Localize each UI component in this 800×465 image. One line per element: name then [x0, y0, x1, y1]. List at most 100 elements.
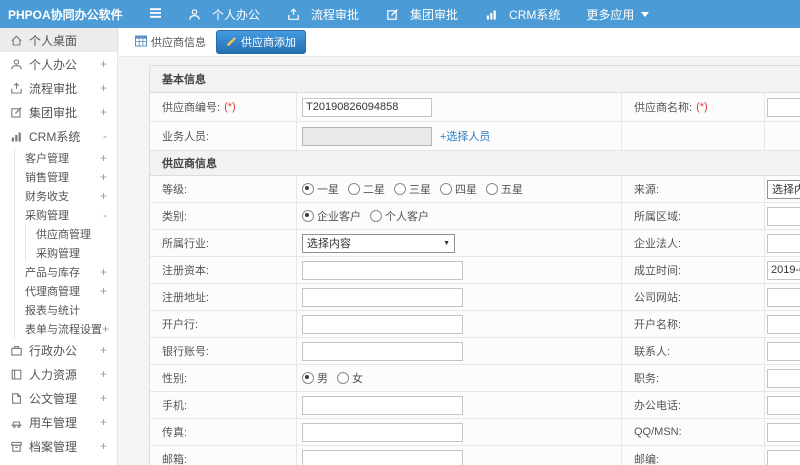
expand-plus-icon[interactable]: + [100, 105, 113, 119]
radio-level-5[interactable]: 五星 [486, 181, 523, 197]
topnav-personal-office[interactable]: 个人办公 [187, 6, 260, 23]
industry-select[interactable]: 选择内容 ▼ [302, 233, 455, 253]
expand-plus-icon[interactable]: + [102, 322, 109, 336]
sidebar-item-sales-mgmt[interactable]: 销售管理 + [15, 167, 117, 186]
account-name-input[interactable] [767, 314, 800, 334]
reg-address-input[interactable] [302, 287, 463, 307]
website-input[interactable] [767, 287, 800, 307]
sidebar-item-label: 个人办公 [29, 57, 78, 72]
radio-category-enterprise[interactable]: 企业客户 [302, 208, 361, 224]
edit-icon [385, 7, 399, 21]
expand-plus-icon[interactable]: + [100, 391, 113, 405]
expand-plus-icon[interactable]: + [100, 151, 113, 165]
radio-level-1[interactable]: 一星 [302, 181, 339, 197]
zipcode-input[interactable] [767, 449, 800, 465]
radio-category-personal[interactable]: 个人客户 [370, 208, 429, 224]
supplier-no-input[interactable] [302, 97, 432, 117]
supplier-form: 基本信息 供应商编号:(*) 供应商名称:(*) 业务人员: [149, 65, 800, 465]
radio-gender-male[interactable]: 男 [302, 370, 328, 386]
sidebar-item-product-inventory[interactable]: 产品与库存 + [15, 262, 117, 281]
sidebar-toggle-button[interactable] [148, 6, 163, 23]
archive-icon [9, 439, 23, 453]
sidebar-item-finance[interactable]: 财务收支 + [15, 186, 117, 205]
radio-icon [302, 183, 314, 195]
staff-input[interactable] [302, 126, 432, 146]
sidebar-item-document-mgmt[interactable]: 公文管理 + [0, 386, 117, 410]
radio-icon [302, 372, 314, 384]
sidebar-item-agent-mgmt[interactable]: 代理商管理 + [15, 281, 117, 300]
sidebar-item-customer-mgmt[interactable]: 客户管理 + [15, 148, 117, 167]
tab-supplier-info[interactable]: 供应商信息 [135, 34, 206, 50]
sidebar-item-purchase-mgmt[interactable]: 采购管理 - [15, 205, 117, 224]
bank-account-input[interactable] [302, 341, 463, 361]
fax-input[interactable] [302, 422, 463, 442]
topnav-crm-system[interactable]: CRM系统 [484, 6, 560, 23]
region-label: 所属区域: [622, 203, 765, 229]
sidebar-item-group-approval[interactable]: 集团审批 + [0, 100, 117, 124]
expand-plus-icon[interactable]: + [100, 415, 113, 429]
topnav-flow-approval[interactable]: 流程审批 [286, 6, 359, 23]
sidebar-item-vehicle-mgmt[interactable]: 用车管理 + [0, 410, 117, 434]
sidebar-item-admin-office[interactable]: 行政办公 + [0, 338, 117, 362]
topnav-group-approval[interactable]: 集团审批 [385, 6, 458, 23]
sidebar-item-label: 报表与统计 [25, 304, 80, 317]
tab-supplier-add[interactable]: 供应商添加 [216, 30, 306, 54]
industry-label: 所属行业: [150, 230, 297, 256]
sidebar-item-supplier-mgmt[interactable]: 供应商管理 [26, 224, 117, 243]
sidebar-item-form-flow-settings[interactable]: 表单与流程设置 + [15, 319, 117, 338]
job-title-input[interactable] [767, 368, 800, 388]
capital-input[interactable] [302, 260, 463, 280]
account-name-label: 开户名称: [622, 311, 765, 337]
collapse-minus-icon[interactable]: - [103, 208, 113, 222]
founded-date-input[interactable] [767, 260, 800, 280]
legal-person-label: 企业法人: [622, 230, 765, 256]
qq-msn-input[interactable] [767, 422, 800, 442]
expand-plus-icon[interactable]: + [100, 81, 113, 95]
staff-label: 业务人员: [150, 122, 297, 150]
sidebar-item-label: 个人桌面 [29, 33, 78, 48]
choose-staff-link[interactable]: +选择人员 [440, 128, 490, 144]
expand-plus-icon[interactable]: + [100, 189, 113, 203]
office-phone-input[interactable] [767, 395, 800, 415]
chevron-down-icon: ▼ [443, 239, 450, 247]
expand-plus-icon[interactable]: + [100, 170, 113, 184]
sidebar-item-archive-mgmt[interactable]: 档案管理 + [0, 434, 117, 458]
collapse-minus-icon[interactable]: - [103, 129, 113, 143]
sidebar-item-flow-approval[interactable]: 流程审批 + [0, 76, 117, 100]
sidebar-item-personal-office[interactable]: 个人办公 + [0, 52, 117, 76]
sidebar-item-label: 表单与流程设置 [25, 323, 102, 336]
sidebar-item-crm-system[interactable]: CRM系统 - [0, 124, 117, 148]
region-input[interactable] [767, 206, 800, 226]
radio-level-2[interactable]: 二星 [348, 181, 385, 197]
expand-plus-icon[interactable]: + [100, 439, 113, 453]
supplier-name-input[interactable] [767, 97, 800, 117]
sidebar-item-reports-stats[interactable]: 报表与统计 [15, 300, 117, 319]
contact-input[interactable] [767, 341, 800, 361]
expand-plus-icon[interactable]: + [100, 57, 113, 71]
topnav-more-apps[interactable]: 更多应用 [586, 6, 650, 23]
expand-plus-icon[interactable]: + [100, 265, 113, 279]
expand-plus-icon[interactable]: + [100, 367, 113, 381]
radio-gender-female[interactable]: 女 [337, 370, 363, 386]
expand-plus-icon[interactable]: + [100, 284, 113, 298]
caret-down-icon [641, 11, 650, 17]
topnav-label: 集团审批 [410, 7, 459, 22]
sidebar-item-label: 公文管理 [29, 391, 78, 406]
mobile-label: 手机: [150, 392, 297, 418]
legal-person-input[interactable] [767, 233, 800, 253]
sidebar-item-purchase[interactable]: 采购管理 [26, 243, 117, 262]
sidebar-item-human-resources[interactable]: 人力资源 + [0, 362, 117, 386]
bank-input[interactable] [302, 314, 463, 334]
section-header-basic-info: 基本信息 [150, 66, 800, 93]
radio-icon [302, 210, 314, 222]
flow-icon [9, 81, 23, 95]
mobile-input[interactable] [302, 395, 463, 415]
sidebar-item-personal-desktop[interactable]: 个人桌面 [0, 28, 117, 52]
email-input[interactable] [302, 449, 463, 465]
radio-level-4[interactable]: 四星 [440, 181, 477, 197]
expand-plus-icon[interactable]: + [100, 343, 113, 357]
source-select[interactable]: 选择内容▼ [767, 179, 800, 199]
radio-level-3[interactable]: 三星 [394, 181, 431, 197]
person-icon [9, 57, 23, 71]
required-mark: (*) [696, 101, 708, 113]
